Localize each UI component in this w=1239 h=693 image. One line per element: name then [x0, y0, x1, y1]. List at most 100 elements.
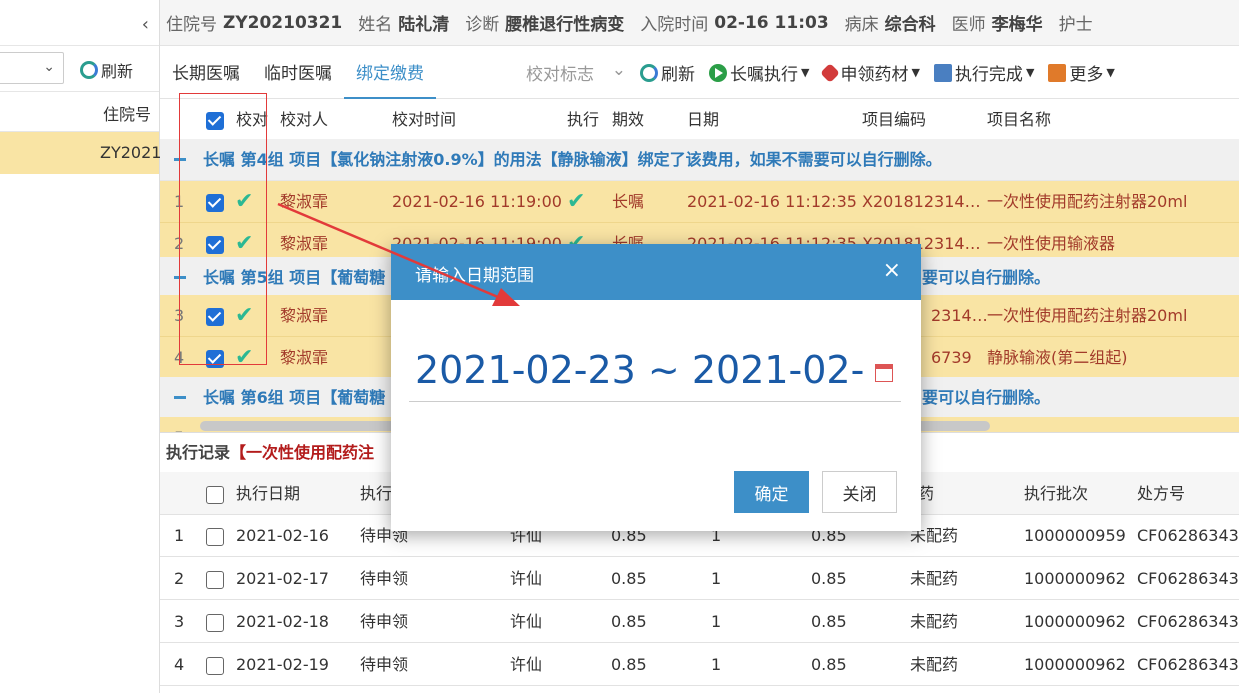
quantity: 1 [711, 569, 722, 588]
item-name: 静脉输液(第二组起) [987, 348, 1128, 367]
collapse-minus-icon[interactable] [174, 396, 186, 399]
batch-number: 1000000959 [1024, 526, 1126, 545]
close-icon[interactable]: × [883, 258, 901, 283]
left-toolbar: ⌄ 刷新 [0, 46, 159, 92]
records-title-item: 【一次性使用配药注 [230, 443, 375, 462]
row-number: 2 [174, 569, 185, 588]
table-row[interactable]: 3 2021-02-18 待申领 许仙 0.85 1 0.85 未配药 1000… [160, 600, 1239, 643]
info-value: 腰椎退行性病变 [505, 15, 625, 35]
row-checkbox[interactable] [206, 643, 224, 686]
item-code: 2314… [931, 306, 988, 325]
info-key: 病床 [844, 15, 879, 35]
close-button[interactable]: 关闭 [822, 471, 897, 513]
check-mark-icon: ✔ [567, 189, 586, 214]
exec-date: 2021-02-16 [236, 526, 329, 545]
quantity: 1 [711, 655, 722, 674]
col-period: 期效 [612, 110, 645, 129]
long-exec-button[interactable]: 长嘱执行 ▼ [709, 60, 809, 85]
tab-temporary-orders[interactable]: 临时医嘱 [252, 47, 344, 99]
rx-number: CF06286343 [1137, 569, 1239, 588]
exec-person: 许仙 [510, 655, 543, 674]
caret-down-icon: ▼ [801, 66, 810, 79]
refresh-icon [80, 61, 98, 79]
period: 长嘱 [612, 192, 645, 211]
batch-number: 1000000962 [1024, 569, 1126, 588]
left-column-header-label: 住院号 [102, 105, 151, 124]
checkbox-unchecked-icon [206, 613, 224, 632]
exec-status: 待申领 [360, 655, 409, 674]
drug-status: 未配药 [910, 612, 959, 631]
col-date: 日期 [687, 110, 720, 129]
col-rx: 处方号 [1137, 484, 1186, 503]
order-date: 2021-02-16 11:12:35 [687, 192, 857, 211]
patient-list-item[interactable]: ZY2021 [0, 132, 162, 174]
checkbox-unchecked-icon [206, 527, 224, 546]
apply-drug-button[interactable]: 申领药材 ▼ [820, 60, 920, 85]
patient-id: ZY2021 [100, 143, 162, 162]
item-name: 一次性使用配药注射器20ml [987, 306, 1188, 325]
date-range-input[interactable]: 2021-02-23 ~ 2021-02-23 [409, 342, 901, 402]
col-exec-date: 执行日期 [236, 484, 301, 503]
item-name: 一次性使用配药注射器20ml [987, 192, 1188, 211]
confirm-button[interactable]: 确定 [734, 471, 809, 513]
records-title-label: 执行记录 [166, 443, 231, 462]
checkbox-unchecked-icon [206, 656, 224, 675]
unit-price: 0.85 [611, 612, 647, 631]
rx-number: CF06286343 [1137, 655, 1239, 674]
refresh-button[interactable]: 刷新 [640, 60, 695, 85]
left-refresh-button[interactable]: 刷新 [80, 58, 133, 82]
date-range-dialog: 请输入日期范围 × 2021-02-23 ~ 2021-02-23 确定 关闭 [391, 244, 921, 531]
col-exec-status: 执行 [360, 484, 393, 503]
play-icon [709, 63, 727, 82]
rx-number: CF06286343 [1137, 526, 1239, 545]
info-key: 医师 [951, 15, 986, 35]
check-flag-select[interactable]: 校对标志 ⌄ [526, 60, 626, 85]
refresh-icon [640, 63, 658, 82]
row-checkbox[interactable] [206, 514, 224, 557]
table-row[interactable]: 1 ✔ 黎淑霏 2021-02-16 11:19:00 ✔ 长嘱 2021-02… [160, 181, 1239, 223]
caret-down-icon: ▼ [1025, 66, 1035, 79]
item-code: 6739 [931, 348, 972, 367]
clipboard-icon [933, 63, 952, 82]
row-checkbox[interactable] [206, 557, 224, 600]
amount: 0.85 [811, 655, 847, 674]
left-panel: ‹ ⌄ 刷新 住院号 ZY2021 [0, 0, 162, 693]
left-refresh-label: 刷新 [101, 62, 134, 81]
tab-long-term-orders[interactable]: 长期医嘱 [160, 47, 252, 99]
exec-done-button[interactable]: 执行完成 ▼ [933, 60, 1035, 85]
amount: 0.85 [811, 612, 847, 631]
table-row[interactable]: 2 2021-02-17 待申领 许仙 0.85 1 0.85 未配药 1000… [160, 557, 1239, 600]
unit-price: 0.85 [611, 655, 647, 674]
exec-date: 2021-02-19 [236, 655, 329, 674]
checker-name: 黎淑霏 [280, 306, 329, 325]
table-row[interactable]: 4 2021-02-19 待申领 许仙 0.85 1 0.85 未配药 1000… [160, 643, 1239, 686]
patient-info-bar: 住院号 ZY20210321 姓名 陆礼清 诊断 腰椎退行性病变 入院时间 02-16 … [160, 0, 1239, 46]
left-panel-top: ‹ [0, 0, 159, 46]
apply-drug-label: 申领药材 [840, 65, 909, 85]
left-filter-select[interactable]: ⌄ [0, 52, 64, 84]
batch-number: 1000000962 [1024, 612, 1126, 631]
group-label-tail: 要可以自行删除。 [922, 268, 1051, 287]
checkbox-unchecked-icon [206, 570, 224, 589]
grid-header: 校对 校对人 校对时间 执行 期效 日期 项目编码 项目名称 [160, 99, 1239, 141]
tab-bound-fees[interactable]: 绑定缴费 [344, 47, 436, 99]
calendar-icon[interactable] [875, 364, 893, 382]
more-icon [1048, 63, 1067, 82]
row-checkbox[interactable] [206, 600, 224, 643]
row-number: 1 [174, 526, 185, 545]
checker-name: 黎淑霏 [280, 348, 329, 367]
chevron-down-icon: ⌄ [43, 59, 55, 75]
col-exec: 执行 [567, 110, 600, 129]
dialog-title: 请输入日期范围 [415, 266, 534, 286]
exec-status: 待申领 [360, 569, 409, 588]
date-range-value: 2021-02-23 ~ 2021-02-23 [415, 348, 865, 392]
info-key: 入院时间 [640, 15, 709, 35]
group-row[interactable]: 长嘱 第4组 项目【氯化钠注射液0.9%】的用法【静脉输液】绑定了该费用，如果不… [160, 139, 1239, 181]
more-button[interactable]: 更多 ▼ [1048, 60, 1115, 85]
dialog-header: 请输入日期范围 × [391, 244, 921, 300]
records-select-all-checkbox[interactable] [206, 472, 224, 515]
check-time: 2021-02-16 11:19:00 [392, 192, 562, 211]
chevron-left-icon[interactable]: ‹ [142, 14, 149, 35]
col-item-code: 项目编码 [862, 110, 927, 129]
row-number: 5 [174, 417, 184, 432]
